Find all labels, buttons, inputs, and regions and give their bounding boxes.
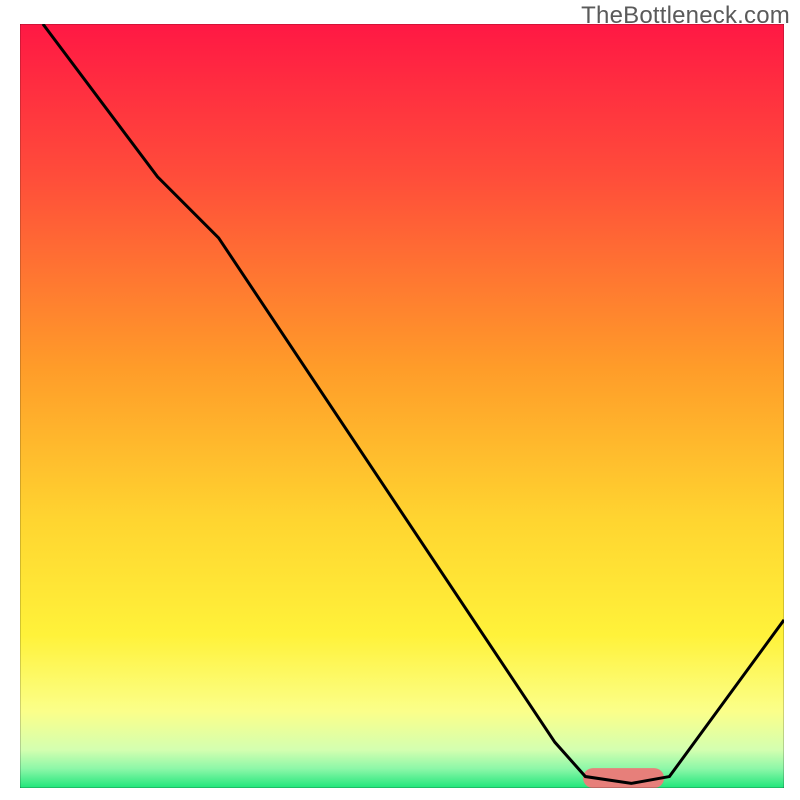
gradient-background xyxy=(20,24,784,788)
chart-container: TheBottleneck.com xyxy=(0,0,800,800)
bottleneck-chart xyxy=(20,24,784,788)
